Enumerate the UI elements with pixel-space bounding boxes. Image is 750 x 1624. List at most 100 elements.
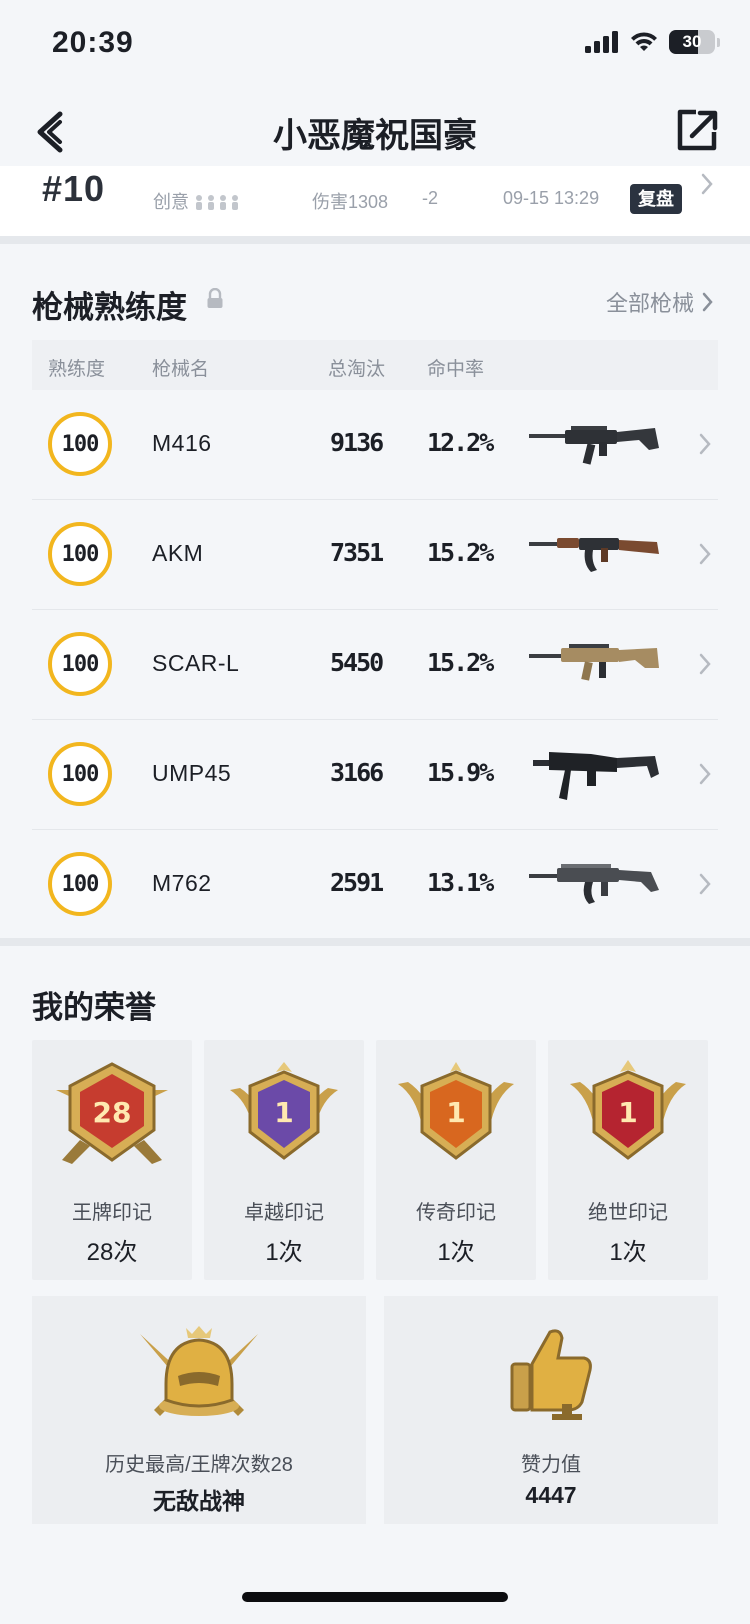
weapon-mastery-section: 枪械熟练度 全部枪械 熟练度 枪械名 总淘汰 命中率 100 M416 9136…	[0, 244, 750, 938]
badge-card-ace[interactable]: 28 王牌印记 28次	[32, 1040, 192, 1280]
highest-tier-card[interactable]: 历史最高/王牌次数28 无敌战神	[32, 1296, 366, 1524]
badge-name: 绝世印记	[588, 1202, 668, 1224]
weapon-row[interactable]: 100 AKM 7351 15.2%	[32, 500, 718, 610]
weapon-kills: 5450	[330, 648, 384, 677]
replay-button[interactable]: 复盘	[630, 184, 682, 214]
weapon-name: AKM	[152, 540, 204, 566]
badge-name: 王牌印记	[72, 1202, 152, 1224]
badge-card-peerless[interactable]: 1 绝世印记 1次	[548, 1040, 708, 1280]
excellent-emblem-icon: 1	[230, 1062, 338, 1160]
weapon-row[interactable]: 100 SCAR-L 5450 15.2%	[32, 610, 718, 720]
battery-icon: 30	[669, 30, 715, 54]
weapon-hit-rate: 12.2%	[427, 428, 494, 457]
legend-emblem-icon: 1	[398, 1062, 514, 1160]
peerless-emblem-icon: 1	[570, 1060, 686, 1160]
mastery-badge: 100	[48, 742, 112, 806]
share-button[interactable]	[674, 106, 720, 154]
rifle-m762-icon	[529, 864, 659, 904]
match-rating-change: -2	[422, 188, 439, 208]
section-divider	[0, 938, 750, 946]
badge-number: 1	[618, 1096, 637, 1129]
mastery-badge: 100	[48, 522, 112, 586]
badge-number: 28	[93, 1096, 132, 1129]
badge-name: 卓越印记	[244, 1202, 324, 1224]
home-indicator[interactable]	[242, 1592, 508, 1602]
rifle-m416-icon	[529, 426, 659, 465]
conqueror-helmet-icon	[140, 1326, 258, 1416]
weapon-hit-rate: 15.9%	[427, 758, 494, 787]
chevron-right-icon	[701, 173, 713, 195]
mastery-badge: 100	[48, 632, 112, 696]
likes-value: 4447	[525, 1482, 577, 1508]
badge-count: 28次	[86, 1239, 138, 1266]
mastery-badge: 100	[48, 852, 112, 916]
badge-number: 1	[274, 1096, 293, 1129]
chevron-right-icon	[699, 543, 711, 565]
smg-ump45-icon	[533, 752, 659, 800]
weapon-name: M416	[152, 430, 212, 456]
weapon-hit-rate: 13.1%	[427, 868, 494, 897]
chevron-right-icon	[699, 763, 711, 785]
weapon-name: UMP45	[152, 760, 232, 786]
weapon-row[interactable]: 100 M762 2591 13.1%	[32, 830, 718, 940]
weapon-kills: 2591	[330, 868, 384, 897]
badge-card-legend[interactable]: 1 传奇印记 1次	[376, 1040, 536, 1280]
battery-nub	[717, 37, 720, 47]
weapon-hit-rate: 15.2%	[427, 538, 494, 567]
status-icons: 30	[585, 30, 720, 54]
header-hit-rate: 命中率	[427, 359, 485, 380]
honors-section: 我的荣誉 28 王牌印记 28次 1 卓越印记 1次 1 传奇印记 1次 1 绝…	[0, 946, 750, 1546]
rifle-akm-icon	[529, 538, 659, 572]
rifle-scar-l-icon	[529, 644, 659, 681]
chevron-right-icon	[699, 433, 711, 455]
section-title: 枪械熟练度	[32, 290, 187, 325]
weapon-table-header: 熟练度 枪械名 总淘汰 命中率	[32, 340, 718, 390]
match-damage: 伤害1308	[312, 192, 389, 212]
badge-count: 1次	[609, 1239, 647, 1266]
nav-bar: 小恶魔祝国豪	[0, 92, 750, 172]
status-bar: 20:39 30	[0, 0, 750, 90]
chevron-right-icon	[699, 653, 711, 675]
match-rank: #10	[42, 168, 106, 209]
lock-icon	[207, 288, 223, 308]
mastery-badge: 100	[48, 412, 112, 476]
cellular-signal-icon	[585, 31, 618, 53]
status-time: 20:39	[52, 26, 134, 59]
badge-number: 1	[446, 1096, 465, 1129]
team-members-icon	[196, 195, 239, 210]
header-total-kills: 总淘汰	[328, 359, 386, 380]
badge-count: 1次	[265, 1239, 303, 1266]
match-mode: 创意	[153, 188, 240, 214]
wifi-icon	[631, 32, 657, 51]
weapon-hit-rate: 15.2%	[427, 648, 494, 677]
all-weapons-label: 全部枪械	[605, 291, 694, 316]
match-history-row[interactable]: #10 创意 伤害1308 -2 09-15 13:29 复盘	[0, 166, 750, 236]
ace-emblem-icon: 28	[56, 1062, 168, 1164]
weapon-row[interactable]: 100 UMP45 3166 15.9%	[32, 720, 718, 830]
share-icon	[677, 109, 718, 151]
thumbs-up-icon	[510, 1329, 592, 1420]
chevron-right-icon	[702, 292, 713, 312]
likes-card[interactable]: 赞力值 4447	[384, 1296, 718, 1524]
badge-name: 传奇印记	[416, 1202, 496, 1224]
highest-tier-label: 历史最高/王牌次数28	[105, 1454, 293, 1476]
weapon-row[interactable]: 100 M416 9136 12.2%	[32, 390, 718, 500]
all-weapons-link[interactable]: 全部枪械	[606, 286, 714, 318]
header-weapon-name: 枪械名	[152, 359, 210, 380]
section-title: 我的荣誉	[32, 990, 156, 1025]
page-title: 小恶魔祝国豪	[273, 117, 477, 155]
header-mastery: 熟练度	[48, 359, 106, 380]
chevron-right-icon	[699, 873, 711, 895]
weapon-kills: 7351	[330, 538, 384, 567]
highest-tier-value: 无敌战神	[153, 1488, 245, 1514]
section-divider	[0, 236, 750, 244]
weapon-kills: 9136	[330, 428, 384, 457]
match-mode-label: 创意	[153, 192, 189, 212]
weapon-name: SCAR-L	[152, 650, 240, 676]
weapon-name: M762	[152, 870, 212, 896]
battery-level: 30	[682, 32, 702, 51]
weapon-kills: 3166	[330, 758, 384, 787]
badge-card-excellent[interactable]: 1 卓越印记 1次	[204, 1040, 364, 1280]
likes-label: 赞力值	[521, 1454, 581, 1476]
badge-count: 1次	[437, 1239, 475, 1266]
